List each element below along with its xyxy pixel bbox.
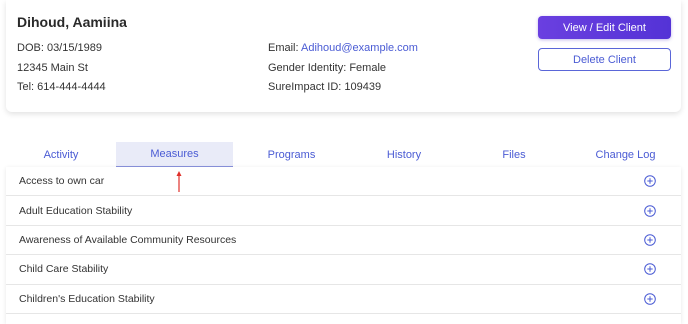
tab-files[interactable]: Files — [458, 142, 570, 167]
client-name: Dihoud, Aamiina — [17, 14, 127, 30]
measure-label: Child Care Stability — [19, 263, 109, 276]
client-tabs: Activity Measures Programs History Files… — [6, 142, 681, 168]
client-dob: DOB: 03/15/1989 — [17, 42, 103, 54]
tab-activity[interactable]: Activity — [6, 142, 116, 167]
client-gender: Gender Identity: Female — [268, 62, 387, 74]
measure-label: Awareness of Available Community Resourc… — [19, 233, 237, 246]
tab-programs[interactable]: Programs — [233, 142, 350, 167]
view-edit-client-button[interactable]: View / Edit Client — [538, 16, 671, 39]
client-page: Dihoud, Aamiina DOB: 03/15/1989 12345 Ma… — [0, 0, 688, 324]
tab-change-log[interactable]: Change Log — [570, 142, 681, 167]
add-circle-icon[interactable] — [644, 234, 656, 246]
client-phone: Tel: 614-444-4444 — [17, 81, 106, 93]
measure-row[interactable]: Awareness of Available Community Resourc… — [6, 226, 681, 256]
add-circle-icon[interactable] — [644, 204, 656, 217]
measure-label: Access to own car — [19, 175, 105, 188]
client-email-label: Email: — [268, 42, 299, 54]
measure-label: Adult Education Stability — [19, 204, 133, 217]
delete-client-button[interactable]: Delete Client — [538, 48, 671, 71]
tab-history[interactable]: History — [350, 142, 458, 167]
measure-row[interactable]: Child Care Stability — [6, 255, 681, 285]
client-summary-card: Dihoud, Aamiina DOB: 03/15/1989 12345 Ma… — [6, 0, 681, 112]
client-address: 12345 Main St — [17, 62, 88, 74]
client-email-link[interactable]: Adihoud@example.com — [301, 42, 418, 54]
measure-row[interactable]: Children's Education Stability — [6, 285, 681, 314]
add-circle-icon[interactable] — [644, 263, 656, 276]
add-circle-icon[interactable] — [644, 175, 656, 187]
client-email-line: Email: Adihoud@example.com — [268, 42, 418, 54]
measure-label: Children's Education Stability — [19, 292, 155, 305]
annotation-arrow-icon — [176, 171, 182, 192]
measure-row[interactable]: Adult Education Stability — [6, 196, 681, 226]
client-sureimpact-id: SureImpact ID: 109439 — [268, 81, 382, 93]
measures-list: Access to own car Adult Education Stabil… — [6, 167, 681, 324]
add-circle-icon[interactable] — [644, 292, 656, 305]
tab-measures[interactable]: Measures — [116, 142, 233, 167]
measure-row[interactable]: Access to own car — [6, 167, 681, 197]
